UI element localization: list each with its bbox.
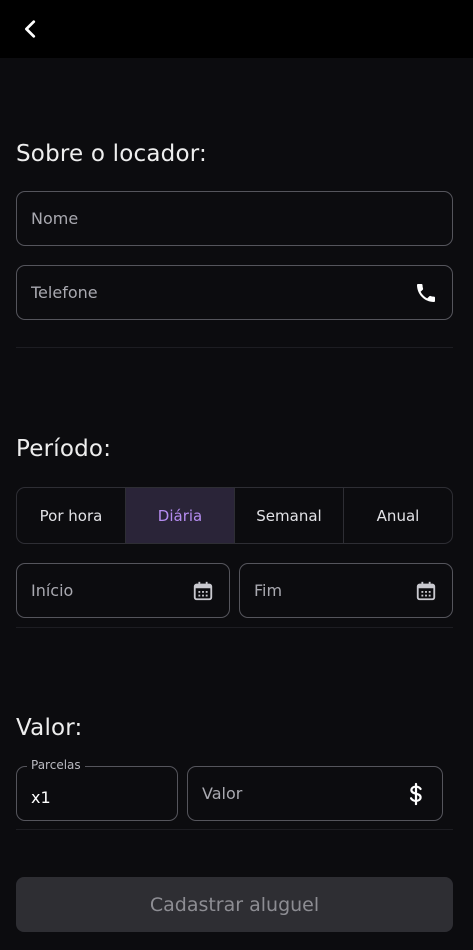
section-title-valor: Valor:	[16, 715, 83, 741]
start-date-field-container[interactable]	[16, 563, 230, 618]
section-title-periodo: Período:	[16, 436, 112, 462]
phone-input[interactable]	[17, 266, 452, 319]
dollar-icon	[404, 782, 428, 806]
divider	[16, 627, 453, 628]
phone-icon	[414, 281, 438, 305]
segment-semanal[interactable]: Semanal	[234, 488, 343, 543]
name-input[interactable]	[17, 192, 452, 245]
divider	[16, 347, 453, 348]
calendar-icon[interactable]	[191, 579, 215, 603]
end-date-field-container[interactable]	[239, 563, 453, 618]
chevron-left-icon	[25, 20, 36, 38]
calendar-icon[interactable]	[414, 579, 438, 603]
segment-diaria[interactable]: Diária	[125, 488, 234, 543]
top-app-bar	[0, 0, 473, 58]
name-field-container[interactable]	[16, 191, 453, 246]
divider	[16, 829, 453, 830]
amount-field-container[interactable]	[187, 766, 443, 821]
installments-field-container[interactable]: Parcelas	[16, 758, 178, 821]
back-button[interactable]	[14, 12, 48, 46]
phone-field-container[interactable]	[16, 265, 453, 320]
submit-rental-button[interactable]: Cadastrar aluguel	[16, 877, 453, 932]
section-title-locador: Sobre o locador:	[16, 141, 207, 167]
segment-anual[interactable]: Anual	[343, 488, 452, 543]
period-segmented-control: Por hora Diária Semanal Anual	[16, 487, 453, 544]
segment-por-hora[interactable]: Por hora	[17, 488, 125, 543]
installments-input[interactable]	[17, 767, 177, 820]
